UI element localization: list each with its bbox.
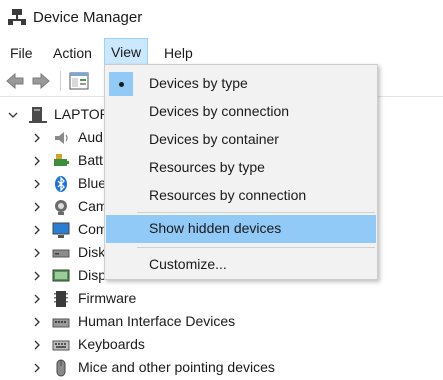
menu-item-devices-by-container[interactable]: Devices by container: [106, 126, 376, 154]
tree-node-label: Firmware: [78, 290, 137, 306]
device-manager-icon: [8, 9, 26, 25]
menu-item-label: Show hidden devices: [149, 220, 282, 236]
menu-item-resources-by-type[interactable]: Resources by type: [106, 154, 376, 182]
chevron-right-icon[interactable]: [32, 248, 42, 258]
menu-file[interactable]: File: [4, 41, 39, 65]
back-arrow-icon[interactable]: [4, 70, 26, 92]
chevron-right-icon[interactable]: [32, 294, 42, 304]
battery-icon: [54, 154, 69, 166]
bluetooth-icon: [55, 176, 67, 192]
forward-arrow-icon[interactable]: [30, 70, 52, 92]
chevron-right-icon[interactable]: [32, 133, 42, 143]
menu-item-show-hidden-devices[interactable]: Show hidden devices: [106, 215, 376, 243]
chevron-right-icon[interactable]: [32, 340, 42, 350]
computer-tower-icon: [29, 107, 47, 123]
tree-node-label: Blue: [78, 175, 107, 191]
menu-item-devices-by-type[interactable]: Devices by type: [106, 70, 376, 98]
tree-node-label: Human Interface Devices: [78, 313, 236, 329]
properties-icon[interactable]: [68, 70, 90, 92]
hid-icon: [52, 318, 70, 328]
menu-separator: [137, 212, 375, 213]
chevron-right-icon[interactable]: [32, 202, 42, 212]
toolbar-separator: [60, 71, 61, 91]
tree-node-label: Disp: [78, 267, 107, 283]
menu-item-label: Devices by container: [149, 131, 279, 147]
menu-item-label: Customize...: [149, 256, 227, 272]
menu-item-devices-by-connection[interactable]: Devices by connection: [106, 98, 376, 126]
computer-icon: [52, 222, 70, 238]
mouse-icon: [56, 359, 66, 377]
chevron-down-icon[interactable]: [8, 110, 18, 120]
menu-item-resources-by-connection[interactable]: Resources by connection: [106, 182, 376, 210]
camera-icon: [55, 200, 67, 215]
tree-node-label: Batt: [78, 152, 103, 168]
tree-node[interactable]: Human Interface Devices: [0, 311, 443, 334]
menu-item-label: Resources by connection: [149, 187, 307, 203]
tree-node-label: Disk: [78, 244, 106, 260]
chevron-right-icon[interactable]: [32, 317, 42, 327]
firmware-icon: [54, 291, 68, 307]
chevron-right-icon[interactable]: [32, 271, 42, 281]
keyboard-icon: [52, 340, 70, 351]
display-adapter-icon: [52, 269, 70, 282]
menu-separator: [137, 247, 375, 248]
speaker-icon: [55, 132, 68, 144]
title-bar: Device Manager: [0, 0, 443, 36]
menu-action[interactable]: Action: [47, 41, 98, 65]
bullet-icon: [119, 82, 124, 87]
menu-item-label: Devices by type: [149, 75, 248, 91]
tree-node[interactable]: Keyboards: [0, 334, 443, 357]
chevron-right-icon[interactable]: [32, 179, 42, 189]
menu-item-label: Resources by type: [149, 159, 265, 175]
menu-bar: File Action View Help: [0, 38, 443, 66]
menu-item-customize[interactable]: Customize...: [106, 251, 376, 279]
chevron-right-icon[interactable]: [32, 156, 42, 166]
tree-node-label: Aud: [78, 129, 103, 145]
disk-drive-icon: [52, 249, 70, 258]
menu-view[interactable]: View: [104, 38, 149, 66]
check-indicator: [109, 72, 133, 96]
tree-node-label: Mice and other pointing devices: [78, 359, 275, 375]
tree-node[interactable]: Mice and other pointing devices: [0, 357, 443, 380]
window-title: Device Manager: [33, 9, 143, 26]
menu-help[interactable]: Help: [158, 41, 199, 65]
tree-node[interactable]: Firmware: [0, 288, 443, 311]
chevron-right-icon[interactable]: [32, 225, 42, 235]
chevron-right-icon[interactable]: [32, 363, 42, 373]
menu-item-label: Devices by connection: [149, 103, 290, 119]
view-menu-dropdown: Devices by type Devices by connection De…: [104, 64, 378, 280]
tree-node-label: Keyboards: [78, 336, 145, 352]
